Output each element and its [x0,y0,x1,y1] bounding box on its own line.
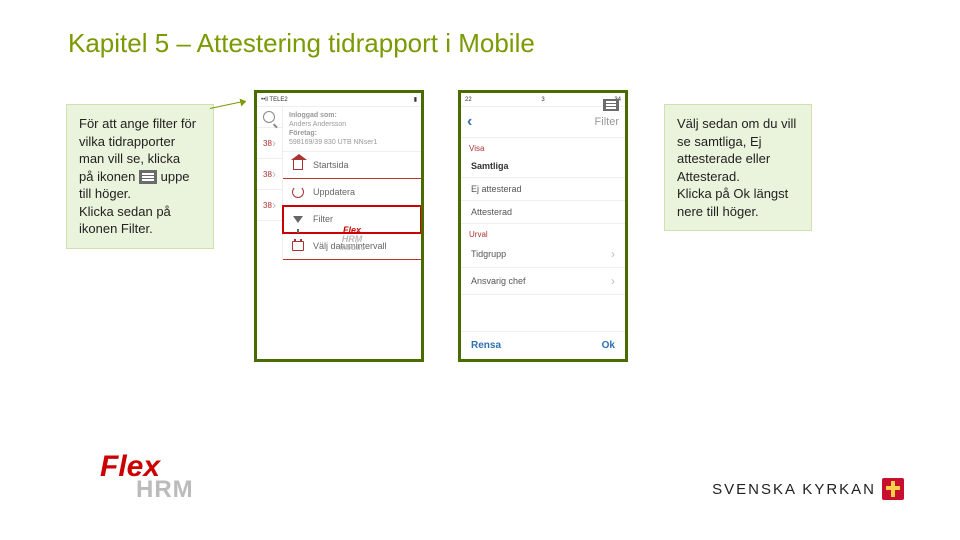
option-label: Attesterad [471,207,512,217]
search-row[interactable] [257,107,282,128]
list-row[interactable]: 38› [257,159,282,190]
ok-button[interactable]: Ok [602,340,615,351]
text: Attesterad. [677,169,740,184]
back-chevron-icon[interactable]: ‹ [467,113,472,131]
option-label: Samtliga [471,161,509,171]
chevron-right-icon: › [272,136,276,150]
text: till höger. [79,186,131,201]
text: på ikonen [79,169,139,184]
company-label: Företag: [289,130,317,137]
status-bar: 22334 [461,93,625,107]
option-label: Ej attesterad [471,184,522,194]
bottom-action-bar: Rensa Ok [461,331,625,359]
chevron-right-icon: › [272,198,276,212]
row-val: 38 [263,139,272,148]
logo-text: SVENSKA KYRKAN [712,481,876,498]
row-label: Ansvarig chef [471,276,526,286]
phone-screenshot-menu: ••ll TELE2 ▮ 38› 38› 38› Inloggad som: A… [254,90,424,362]
flex-hrm-logo-small: Flex HRM mobile [339,226,365,252]
list-row[interactable]: 38› [257,128,282,159]
calendar-icon [291,239,305,253]
num: 3 [541,97,544,103]
menu-label: Startsida [313,160,349,170]
hamburger-icon [139,170,157,184]
carrier-label: ••ll TELE2 [261,97,288,103]
logo-tag: mobile [339,244,365,252]
option-samtliga[interactable]: Samtliga [461,155,625,178]
menu-label: Filter [313,214,333,224]
option-attesterad[interactable]: Attesterad [461,201,625,224]
cross-shield-icon [882,478,904,500]
search-icon [263,111,275,123]
text: man vill se, klicka [79,151,180,166]
hamburger-icon[interactable] [603,99,619,111]
battery-icon: ▮ [414,96,417,103]
refresh-icon [291,185,305,199]
row-label: Tidgrupp [471,249,506,259]
clear-button[interactable]: Rensa [471,340,501,351]
option-ej-attesterad[interactable]: Ej attesterad [461,178,625,201]
user-name: Anders Andersson [289,121,346,128]
row-ansvarig-chef[interactable]: Ansvarig chef › [461,268,625,295]
menu-item-home[interactable]: Startsida [283,152,421,179]
chevron-right-icon: › [272,167,276,181]
callout-right: Välj sedan om du vill se samtliga, Ej at… [664,104,812,231]
section-label-urval: Urval [461,224,625,241]
row-tidgrupp[interactable]: Tidgrupp › [461,241,625,268]
home-icon [291,158,305,172]
text: attesterade eller [677,151,770,166]
text: nere till höger. [677,204,759,219]
page-title: Kapitel 5 – Attestering tidrapport i Mob… [68,28,535,59]
text: Klicka på Ok längst [677,186,788,201]
chevron-right-icon: › [611,274,615,288]
filter-header: ‹ Filter [461,107,625,138]
svenska-kyrkan-logo: SVENSKA KYRKAN [712,478,904,500]
callout-left: För att ange filter för vilka tidrapport… [66,104,214,249]
logged-in-header: Inloggad som: Anders Andersson Företag: … [283,107,421,152]
logged-as-label: Inloggad som: [289,112,337,119]
logo-hrm: HRM [136,476,194,504]
screen-title: Filter [595,116,619,128]
text: För att ange filter för [79,116,196,131]
menu-item-update[interactable]: Uppdatera [283,179,421,206]
company-value: 598169/39 830 UTB NNser1 [289,139,377,146]
num: 22 [465,97,472,103]
phone-screenshot-filter: 22334 ‹ Filter Visa Samtliga Ej attester… [458,90,628,362]
section-label-visa: Visa [461,138,625,155]
row-val: 38 [263,170,272,179]
flex-hrm-logo: Flex HRM [100,450,194,504]
row-val: 38 [263,201,272,210]
text: se samtliga, Ej [677,134,762,149]
status-bar: ••ll TELE2 ▮ [257,93,421,107]
chevron-right-icon: › [611,247,615,261]
list-row[interactable]: 38› [257,190,282,221]
funnel-icon [291,212,305,226]
text: Klicka sedan på [79,204,171,219]
text: vilka tidrapporter [79,134,175,149]
text: uppe [157,169,190,184]
text: Välj sedan om du vill [677,116,796,131]
text: ikonen Filter. [79,221,153,236]
menu-label: Uppdatera [313,187,355,197]
arrow-icon [210,101,244,109]
